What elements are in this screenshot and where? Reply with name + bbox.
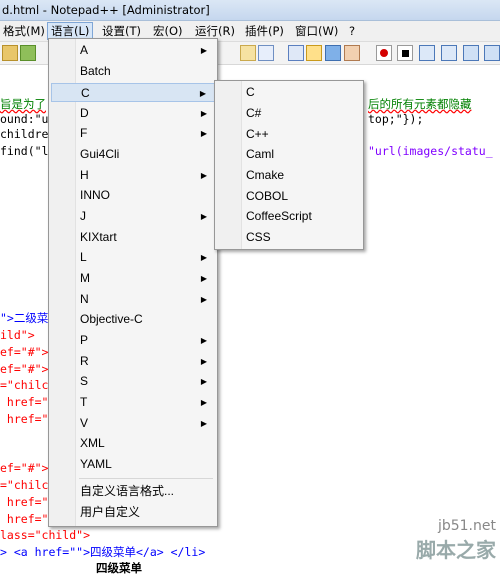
copy-icon[interactable] [240, 45, 256, 61]
c-sub-item-cpp[interactable]: C++ [217, 125, 361, 144]
menu-plugins[interactable]: 插件(P) [242, 23, 287, 39]
lang-item-batch[interactable]: Batch [51, 62, 215, 81]
play-macro-icon[interactable] [419, 45, 435, 61]
submenu-arrow-icon: ▶ [200, 171, 207, 180]
lang-item-m[interactable]: M ▶ [51, 269, 215, 288]
code-line: ef="#"> [0, 345, 49, 359]
lang-item-h[interactable]: H ▶ [51, 166, 215, 185]
lang-item-c[interactable]: C ▶ [51, 83, 215, 102]
lang-item-xml[interactable]: XML [51, 434, 215, 453]
lang-item-gui4cli[interactable]: Gui4Cli [51, 145, 215, 164]
submenu-arrow-icon: ▶ [200, 357, 207, 366]
code-line: ">二级菜 [0, 311, 49, 325]
lang-item-l[interactable]: L ▶ [51, 248, 215, 267]
c-sub-item-csharp[interactable]: C# [217, 104, 361, 123]
indent-guide-icon[interactable] [288, 45, 304, 61]
submenu-arrow-icon: ▶ [200, 377, 207, 386]
submenu-arrow-icon: ▶ [200, 398, 207, 407]
lang-item-n[interactable]: N ▶ [51, 290, 215, 309]
menu-window[interactable]: 窗口(W) [292, 23, 341, 39]
toolbar-overflow-icon[interactable] [484, 45, 500, 61]
c-sub-item-coffeescript[interactable]: CoffeeScript [217, 207, 361, 226]
submenu-arrow-icon: ▶ [200, 336, 207, 345]
stop-macro-icon[interactable] [397, 45, 413, 61]
lang-item-v[interactable]: V ▶ [51, 414, 215, 433]
c-sub-item-cobol[interactable]: COBOL [217, 187, 361, 206]
save-macro-icon[interactable] [463, 45, 479, 61]
record-macro-icon[interactable] [376, 45, 392, 61]
submenu-arrow-icon: ▶ [200, 129, 207, 138]
lang-item-define-language[interactable]: 自定义语言格式... [51, 482, 215, 501]
menu-separator [79, 478, 213, 479]
window-title: d.html - Notepad++ [Administrator] [2, 3, 210, 17]
lang-item-yaml[interactable]: YAML [51, 455, 215, 474]
code-line: href=" [0, 395, 49, 409]
lang-item-kixtart[interactable]: KIXtart [51, 228, 215, 247]
lang-item-p[interactable]: P ▶ [51, 331, 215, 350]
c-sub-item-c[interactable]: C [217, 83, 361, 102]
lang-item-user-defined[interactable]: 用户自定义 [51, 503, 215, 522]
code-line: top;"}); [368, 112, 424, 126]
code-line: ="chilc [0, 478, 49, 492]
run-macro-icon[interactable] [441, 45, 457, 61]
wrap-icon[interactable] [258, 45, 274, 61]
code-line: 后的所有元素都隐藏 [368, 97, 472, 111]
code-line: "url(images/statu_ [368, 144, 493, 158]
menu-macro[interactable]: 宏(O) [150, 23, 186, 39]
code-line: href=" [0, 495, 49, 509]
save-icon[interactable] [20, 45, 36, 61]
c-sub-item-css[interactable]: CSS [217, 228, 361, 247]
language-menu: A ▶ Batch C ▶ D ▶ F ▶ Gui4Cli H ▶ INNO J… [48, 38, 218, 527]
code-line: > <a href="">四级菜单</a> </li> [0, 545, 206, 559]
menu-settings[interactable]: 设置(T) [99, 23, 144, 39]
menu-help[interactable]: ? [346, 23, 358, 39]
lang-item-objective-c[interactable]: Objective-C [51, 310, 215, 329]
title-bar: d.html - Notepad++ [Administrator] [0, 0, 500, 21]
code-line: ef="#"> [0, 362, 49, 376]
c-sub-item-cmake[interactable]: Cmake [217, 166, 361, 185]
code-line: ="chilc [0, 378, 49, 392]
submenu-arrow-icon: ▶ [199, 89, 206, 98]
lang-item-f[interactable]: F ▶ [51, 124, 215, 143]
menu-format[interactable]: 格式(M) [0, 23, 48, 39]
code-line: href=" [0, 512, 49, 526]
submenu-arrow-icon: ▶ [200, 46, 207, 55]
code-line: ound:"u [0, 112, 49, 126]
submenu-arrow-icon: ▶ [200, 253, 207, 262]
zoom-icon[interactable] [306, 45, 322, 61]
c-submenu: C C# C++ Caml Cmake COBOL CoffeeScript C… [214, 80, 364, 250]
submenu-arrow-icon: ▶ [200, 295, 207, 304]
code-line: childre [0, 127, 49, 141]
c-sub-item-caml[interactable]: Caml [217, 145, 361, 164]
submenu-arrow-icon: ▶ [200, 212, 207, 221]
code-line: 旨是为了 [0, 97, 46, 111]
code-line: href=" [0, 412, 49, 426]
code-line: find("l [0, 144, 49, 158]
code-line: ef="#"> [0, 461, 49, 475]
watermark-brand: 脚本之家 [416, 538, 496, 562]
code-line: ild"> [0, 328, 35, 342]
lang-item-d[interactable]: D ▶ [51, 104, 215, 123]
code-line: lass="child"> [0, 528, 91, 542]
lang-item-a[interactable]: A ▶ [51, 41, 215, 60]
watermark-site: jb51.net [437, 518, 496, 534]
lang-item-s[interactable]: S ▶ [51, 372, 215, 391]
submenu-arrow-icon: ▶ [200, 109, 207, 118]
open-file-icon[interactable] [2, 45, 18, 61]
lang-item-inno[interactable]: INNO [51, 186, 215, 205]
submenu-arrow-icon: ▶ [200, 274, 207, 283]
lang-item-r[interactable]: R ▶ [51, 352, 215, 371]
zoom-out-icon[interactable] [325, 45, 341, 61]
doc-map-icon[interactable] [344, 45, 360, 61]
menu-run[interactable]: 运行(R) [192, 23, 238, 39]
submenu-arrow-icon: ▶ [200, 419, 207, 428]
lang-item-t[interactable]: T ▶ [51, 393, 215, 412]
watermark: jb51.net 脚本之家 [416, 518, 496, 563]
lang-item-j[interactable]: J ▶ [51, 207, 215, 226]
